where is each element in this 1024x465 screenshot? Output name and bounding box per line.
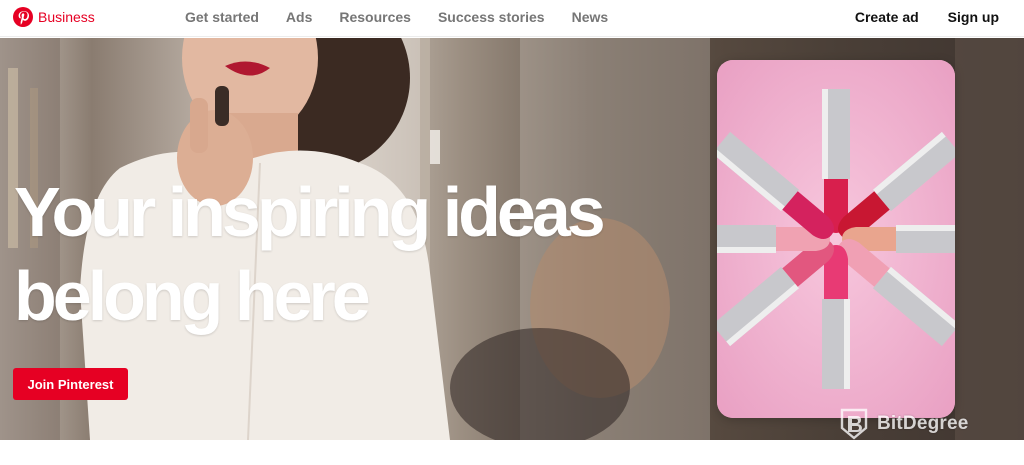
brand-link[interactable]: Business bbox=[13, 7, 95, 27]
nav-link-get-started[interactable]: Get started bbox=[185, 8, 259, 26]
bitdegree-shield-icon bbox=[840, 408, 868, 440]
hero-headline-line2: belong here bbox=[14, 257, 371, 335]
pinterest-logo-icon bbox=[13, 7, 33, 27]
account-nav: Create ad Sign up bbox=[826, 8, 999, 26]
hero-headline-line1: Your inspiring ideas bbox=[14, 173, 606, 251]
bitdegree-watermark-text: BitDegree bbox=[877, 413, 969, 434]
top-navigation: Business Get started Ads Resources Succe… bbox=[0, 0, 1024, 37]
nav-link-resources[interactable]: Resources bbox=[339, 8, 411, 26]
hero-section: Your inspiring ideas belong here Join Pi… bbox=[0, 38, 1024, 440]
brand-name: Business bbox=[38, 9, 95, 25]
sign-up-link[interactable]: Sign up bbox=[948, 8, 999, 26]
join-pinterest-button[interactable]: Join Pinterest bbox=[13, 368, 128, 400]
bitdegree-watermark: BitDegree bbox=[838, 408, 969, 440]
main-nav: Get started Ads Resources Success storie… bbox=[185, 8, 635, 26]
create-ad-link[interactable]: Create ad bbox=[855, 8, 919, 26]
lipsticks-image bbox=[717, 60, 955, 418]
nav-link-ads[interactable]: Ads bbox=[286, 8, 312, 26]
hero-headline: Your inspiring ideas belong here bbox=[14, 170, 734, 338]
nav-link-news[interactable]: News bbox=[572, 8, 609, 26]
nav-link-success-stories[interactable]: Success stories bbox=[438, 8, 545, 26]
lipstick-image-card bbox=[717, 60, 955, 418]
